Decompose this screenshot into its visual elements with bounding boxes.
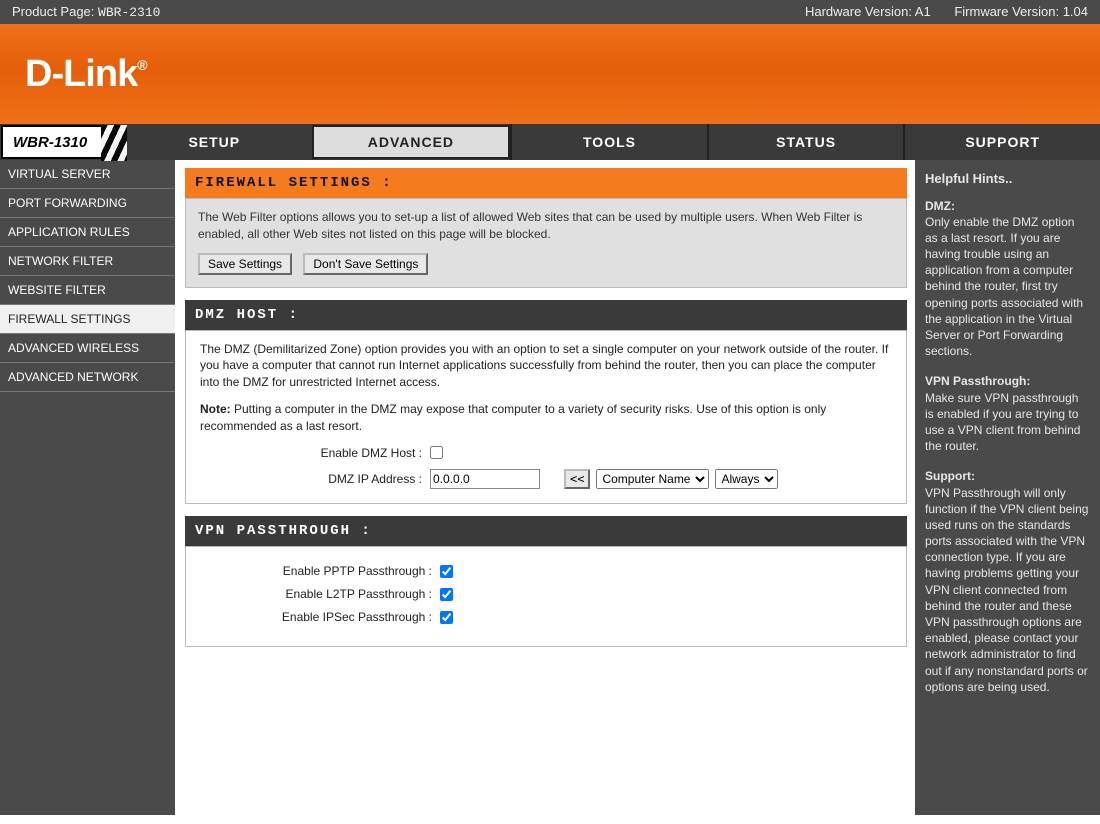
top-status-bar: Product Page: WBR-2310 Hardware Version:… xyxy=(0,0,1100,24)
helpful-hints-title: Helpful Hints.. xyxy=(925,170,1090,188)
dmz-host-body: The DMZ (Demilitarized Zone) option prov… xyxy=(185,330,907,505)
diagonal-divider xyxy=(101,125,127,161)
sidebar-item-advanced-wireless[interactable]: ADVANCED WIRELESS xyxy=(0,334,175,363)
enable-dmz-checkbox[interactable] xyxy=(430,446,443,459)
save-settings-button[interactable]: Save Settings xyxy=(198,253,292,275)
tab-status[interactable]: STATUS xyxy=(707,124,904,160)
hint-support-heading: Support: xyxy=(925,469,975,483)
sidebar-item-port-forwarding[interactable]: PORT FORWARDING xyxy=(0,189,175,218)
hint-dmz-heading: DMZ: xyxy=(925,199,955,213)
tab-advanced[interactable]: ADVANCED xyxy=(312,125,511,159)
computer-name-select[interactable]: Computer Name xyxy=(596,469,709,489)
dmz-note: Note: Putting a computer in the DMZ may … xyxy=(200,401,892,435)
brand-banner: D-Link® xyxy=(0,24,1100,124)
tab-support[interactable]: SUPPORT xyxy=(903,124,1100,160)
firewall-settings-heading: FIREWALL SETTINGS : xyxy=(185,168,907,198)
product-page-label: Product Page: xyxy=(12,4,94,19)
pptp-checkbox[interactable] xyxy=(440,565,453,578)
hint-dmz-text: Only enable the DMZ option as a last res… xyxy=(925,215,1083,359)
copy-ip-button[interactable]: << xyxy=(564,469,590,489)
hint-vpn-text: Make sure VPN passthrough is enabled if … xyxy=(925,391,1080,454)
hint-vpn-heading: VPN Passthrough: xyxy=(925,374,1030,388)
sidebar-item-network-filter[interactable]: NETWORK FILTER xyxy=(0,247,175,276)
main-nav: WBR-1310 SETUP ADVANCED TOOLS STATUS SUP… xyxy=(0,124,1100,160)
tab-tools[interactable]: TOOLS xyxy=(510,124,707,160)
vpn-passthrough-body: Enable PPTP Passthrough : Enable L2TP Pa… xyxy=(185,546,907,646)
dmz-host-heading: DMZ HOST : xyxy=(185,300,907,330)
ipsec-checkbox[interactable] xyxy=(440,611,453,624)
dmz-ip-label: DMZ IP Address : xyxy=(200,471,430,488)
firewall-settings-desc: The Web Filter options allows you to set… xyxy=(198,209,894,243)
sidebar-item-application-rules[interactable]: APPLICATION RULES xyxy=(0,218,175,247)
firmware-version: Firmware Version: 1.04 xyxy=(954,4,1088,19)
model-badge: WBR-1310 xyxy=(1,125,111,159)
dmz-ip-input[interactable] xyxy=(430,469,540,489)
schedule-select[interactable]: Always xyxy=(715,469,778,489)
sidebar-item-virtual-server[interactable]: VIRTUAL SERVER xyxy=(0,160,175,189)
vpn-passthrough-heading: VPN PASSTHROUGH : xyxy=(185,516,907,546)
enable-dmz-label: Enable DMZ Host : xyxy=(200,445,430,462)
side-nav: VIRTUAL SERVER PORT FORWARDING APPLICATI… xyxy=(0,160,175,815)
hint-support-text: VPN Passthrough will only function if th… xyxy=(925,486,1088,694)
pptp-label: Enable PPTP Passthrough : xyxy=(200,563,440,580)
l2tp-label: Enable L2TP Passthrough : xyxy=(200,586,440,603)
hardware-version: Hardware Version: A1 xyxy=(805,4,931,19)
helpful-hints-panel: Helpful Hints.. DMZ: Only enable the DMZ… xyxy=(915,160,1100,815)
l2tp-checkbox[interactable] xyxy=(440,588,453,601)
dont-save-settings-button[interactable]: Don't Save Settings xyxy=(303,253,428,275)
sidebar-item-website-filter[interactable]: WEBSITE FILTER xyxy=(0,276,175,305)
firewall-settings-body: The Web Filter options allows you to set… xyxy=(185,198,907,288)
ipsec-label: Enable IPSec Passthrough : xyxy=(200,609,440,626)
content-area: FIREWALL SETTINGS : The Web Filter optio… xyxy=(175,160,915,815)
dmz-desc: The DMZ (Demilitarized Zone) option prov… xyxy=(200,341,892,391)
sidebar-item-advanced-network[interactable]: ADVANCED NETWORK xyxy=(0,363,175,392)
sidebar-item-firewall-settings[interactable]: FIREWALL SETTINGS xyxy=(0,305,175,334)
brand-logo: D-Link® xyxy=(25,53,147,96)
product-page-value: WBR-2310 xyxy=(98,5,160,20)
tab-setup[interactable]: SETUP xyxy=(115,124,312,160)
